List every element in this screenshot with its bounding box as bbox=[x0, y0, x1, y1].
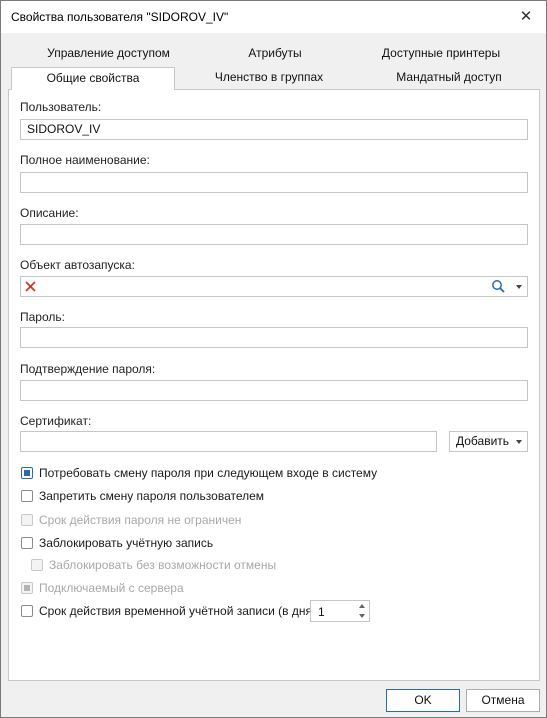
description-field[interactable] bbox=[20, 224, 528, 245]
add-button[interactable]: Добавить bbox=[449, 431, 528, 452]
cancel-button[interactable]: Отмена bbox=[466, 689, 540, 712]
autorun-label: Объект автозапуска: bbox=[20, 258, 135, 272]
add-button-label: Добавить bbox=[456, 434, 510, 448]
temp-days-stepper[interactable]: 1 bbox=[310, 600, 370, 622]
password-never-expires-checkbox bbox=[21, 514, 33, 526]
chevron-down-icon bbox=[516, 440, 522, 444]
spin-down-icon[interactable] bbox=[359, 614, 365, 618]
lock-account-label[interactable]: Заблокировать учётную запись bbox=[39, 536, 213, 550]
clear-icon[interactable] bbox=[24, 280, 37, 293]
password-never-expires-label: Срок действия пароля не ограничен bbox=[39, 513, 242, 527]
temp-account-label[interactable]: Срок действия временной учётной записи (… bbox=[39, 604, 322, 618]
forbid-password-change-label[interactable]: Запретить смену пароля пользователем bbox=[39, 489, 264, 503]
forbid-password-change-checkbox[interactable] bbox=[21, 490, 33, 502]
server-connected-checkbox bbox=[21, 582, 33, 594]
server-connected-label: Подключаемый с сервера bbox=[39, 581, 184, 595]
search-icon[interactable] bbox=[491, 279, 506, 294]
user-label: Пользователь: bbox=[20, 100, 102, 114]
certificate-label: Сертификат: bbox=[20, 414, 92, 428]
spin-up-icon[interactable] bbox=[359, 604, 365, 608]
certificate-field[interactable] bbox=[20, 431, 437, 452]
tab-access-control[interactable]: Управление доступом bbox=[41, 43, 176, 63]
temp-days-value: 1 bbox=[318, 605, 325, 619]
tab-mandatory-access[interactable]: Мандатный доступ bbox=[379, 67, 519, 87]
tab-general[interactable]: Общие свойства bbox=[11, 67, 175, 90]
user-field[interactable]: SIDOROV_IV bbox=[20, 119, 528, 140]
lock-irreversible-checkbox bbox=[31, 559, 43, 571]
fullname-field[interactable] bbox=[20, 172, 528, 193]
tab-group-membership[interactable]: Членство в группах bbox=[199, 67, 339, 87]
close-icon[interactable]: ✕ bbox=[512, 5, 540, 29]
dialog-window: Свойства пользователя "SIDOROV_IV" ✕ Упр… bbox=[0, 0, 547, 718]
confirm-password-field[interactable] bbox=[20, 380, 528, 401]
password-label: Пароль: bbox=[20, 310, 65, 324]
require-password-change-checkbox[interactable] bbox=[21, 467, 33, 479]
description-label: Описание: bbox=[20, 206, 79, 220]
tab-attributes[interactable]: Атрибуты bbox=[216, 43, 334, 63]
confirm-password-label: Подтверждение пароля: bbox=[20, 362, 156, 376]
tab-printers[interactable]: Доступные принтеры bbox=[371, 43, 511, 63]
require-password-change-label[interactable]: Потребовать смену пароля при следующем в… bbox=[39, 466, 377, 480]
autorun-combo[interactable] bbox=[20, 276, 528, 297]
lock-account-checkbox[interactable] bbox=[21, 537, 33, 549]
lock-irreversible-label: Заблокировать без возможности отмены bbox=[49, 558, 277, 572]
general-panel: Пользователь: SIDOROV_IV Полное наименов… bbox=[8, 89, 540, 681]
password-field[interactable] bbox=[20, 327, 528, 348]
fullname-label: Полное наименование: bbox=[20, 153, 150, 167]
title-bar: Свойства пользователя "SIDOROV_IV" ✕ bbox=[1, 1, 546, 33]
window-title: Свойства пользователя "SIDOROV_IV" bbox=[11, 10, 229, 24]
ok-button[interactable]: OK bbox=[386, 689, 460, 712]
temp-account-checkbox[interactable] bbox=[21, 605, 33, 617]
chevron-down-icon[interactable] bbox=[516, 285, 522, 289]
